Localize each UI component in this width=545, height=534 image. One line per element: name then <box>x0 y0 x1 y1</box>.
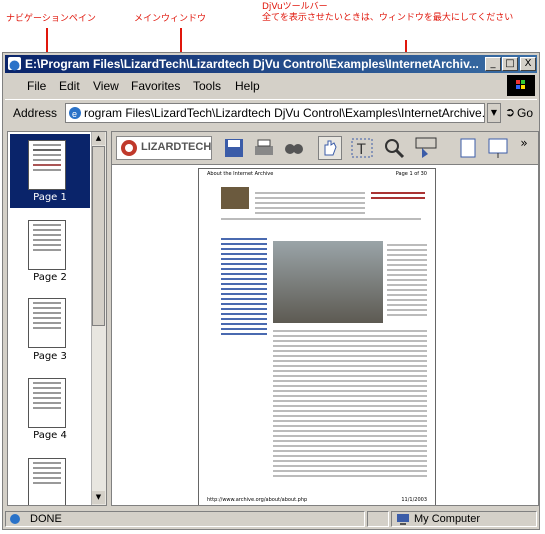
thumbnail-page-2[interactable] <box>28 220 66 270</box>
go-arrow-icon[interactable]: ➲ <box>505 105 515 119</box>
close-button[interactable]: X <box>520 57 536 71</box>
document-page: About the Internet Archive Page 1 of 30 … <box>198 168 436 505</box>
menu-favorites[interactable]: Favorites <box>131 79 180 93</box>
hand-icon[interactable] <box>318 136 342 160</box>
page-label-3: Page 3 <box>33 351 67 362</box>
doc-search-row <box>221 215 421 223</box>
doc-left-nav <box>221 235 267 338</box>
djvu-toolbar: LIZARDTECH T » <box>112 132 538 165</box>
thumbnail-page-4[interactable] <box>28 378 66 428</box>
text-select-icon[interactable]: T <box>350 136 374 160</box>
browser-window: E:\Program Files\LizardTech\Lizardtech D… <box>2 52 540 530</box>
address-dropdown-button[interactable]: ▼ <box>487 103 501 123</box>
menu-file[interactable]: File <box>27 79 46 93</box>
annotation-toolbar-note: 全てを表示させたいときは、ウィンドウを最大にしてください <box>262 13 514 23</box>
app-icon <box>8 57 21 71</box>
sidebar-scrollbar[interactable]: ▲ ▼ <box>91 132 106 505</box>
address-label: Address <box>13 106 58 120</box>
page-label-4: Page 4 <box>33 430 67 441</box>
status-progress-panel <box>367 511 389 527</box>
lizardtech-logo[interactable]: LIZARDTECH <box>116 136 212 160</box>
doc-header-left: About the Internet Archive <box>207 171 274 177</box>
doc-footer-left: http://www.archive.org/about/about.php <box>207 497 308 503</box>
navigation-pane: Page 1 Page 2 Page 3 Page 4 ▲ ▼ <box>7 131 107 506</box>
save-icon[interactable] <box>222 136 246 160</box>
doc-banner-right <box>371 189 425 202</box>
thumbnail-page-1[interactable] <box>28 140 66 190</box>
rectangle-zoom-icon[interactable] <box>414 136 438 160</box>
annotation-main-window: メインウィンドウ <box>134 14 207 24</box>
menu-help[interactable]: Help <box>235 79 260 93</box>
svg-text:e: e <box>72 109 77 119</box>
page-label-1: Page 1 <box>33 192 67 203</box>
status-zone-panel: My Computer <box>391 511 537 527</box>
doc-photo <box>273 241 383 323</box>
zoom-icon[interactable] <box>382 136 406 160</box>
maximize-button[interactable]: □ <box>502 57 518 71</box>
svg-text:T: T <box>356 142 366 158</box>
doc-body-text <box>273 327 427 480</box>
menu-tools[interactable]: Tools <box>193 79 221 93</box>
address-value: rogram Files\LizardTech\Lizardtech DjVu … <box>84 106 485 120</box>
title-bar: E:\Program Files\LizardTech\Lizardtech D… <box>5 55 537 73</box>
annotation-navigation-pane: ナビゲーションペイン <box>6 14 96 24</box>
annotation-toolbar-title: DjVuツールバー <box>262 2 328 12</box>
layout-icon[interactable] <box>486 136 510 160</box>
thumbnail-page-5[interactable] <box>28 458 66 505</box>
main-document-area: LIZARDTECH T » About the Internet Archiv… <box>111 131 539 506</box>
status-text: DONE <box>30 513 62 525</box>
address-input[interactable]: e rogram Files\LizardTech\Lizardtech DjV… <box>65 103 485 123</box>
status-bar: DONE My Computer <box>5 509 537 529</box>
doc-footer-right: 11/1/2003 <box>401 497 427 503</box>
doc-photo-caption <box>387 241 427 319</box>
status-text-panel: DONE <box>5 511 365 527</box>
thumbnail-page-3[interactable] <box>28 298 66 348</box>
menu-view[interactable]: View <box>93 79 119 93</box>
logo-text: LIZARDTECH <box>141 141 212 153</box>
more-icon[interactable]: » <box>516 136 532 160</box>
scroll-up-button[interactable]: ▲ <box>92 132 105 145</box>
single-page-icon[interactable] <box>456 136 480 160</box>
menu-edit[interactable]: Edit <box>59 79 80 93</box>
doc-banner-text <box>255 189 365 217</box>
go-button[interactable]: Go <box>517 106 533 120</box>
menu-bar: File Edit View Favorites Tools Help <box>5 75 537 97</box>
doc-banner-image <box>221 187 249 209</box>
address-bar: Address e rogram Files\LizardTech\Lizard… <box>5 99 537 126</box>
scroll-thumb[interactable] <box>92 146 105 326</box>
computer-icon <box>396 513 410 525</box>
minimize-button[interactable]: _ <box>485 57 501 71</box>
windows-logo-icon <box>507 75 535 96</box>
page-icon: e <box>68 106 82 120</box>
status-zone: My Computer <box>414 513 481 525</box>
page-label-2: Page 2 <box>33 272 67 283</box>
find-icon[interactable] <box>282 136 306 160</box>
doc-header-right: Page 1 of 30 <box>395 171 427 177</box>
print-icon[interactable] <box>252 136 276 160</box>
window-title: E:\Program Files\LizardTech\Lizardtech D… <box>25 57 479 71</box>
scroll-down-button[interactable]: ▼ <box>92 491 105 504</box>
status-page-icon <box>9 513 21 525</box>
